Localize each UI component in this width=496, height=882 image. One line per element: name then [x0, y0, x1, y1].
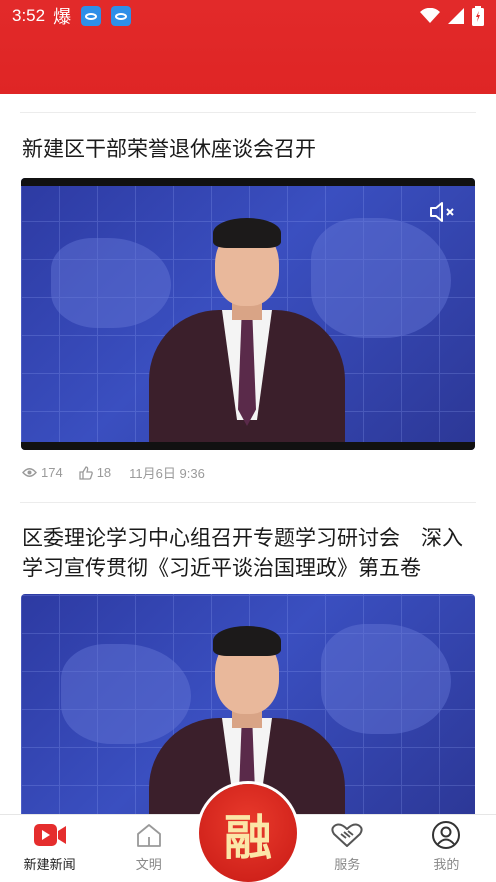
- user-icon: [430, 820, 462, 850]
- tab-service[interactable]: 服务: [298, 815, 397, 882]
- tab-mine[interactable]: 我的: [397, 815, 496, 882]
- rong-media-button[interactable]: 融: [199, 784, 297, 882]
- handshake-icon: [331, 820, 363, 850]
- map-shape: [61, 644, 191, 744]
- divider: [20, 502, 476, 503]
- map-shape: [311, 218, 451, 338]
- video-player[interactable]: [21, 178, 475, 450]
- tab-label: 服务: [334, 858, 361, 873]
- signal-icon: [448, 8, 464, 24]
- publish-date: 11月6日 9:36: [129, 466, 205, 481]
- video-progress-track[interactable]: [21, 442, 475, 450]
- map-shape: [51, 238, 171, 328]
- rong-icon: 融: [223, 810, 272, 866]
- like-count[interactable]: 18: [79, 465, 111, 480]
- video-letterbox-top: [21, 178, 475, 186]
- status-time: 3:52: [12, 6, 46, 25]
- video-icon: [33, 820, 66, 850]
- article-title[interactable]: 新建区干部荣誉退休座谈会召开: [22, 134, 474, 164]
- app-notif-icon: [81, 6, 102, 26]
- status-bar: 3:52 爆: [0, 0, 496, 32]
- thumbs-up-icon: [79, 465, 93, 480]
- app-notif-icon: [111, 6, 132, 26]
- hot-news-notification-icon: 爆: [53, 7, 72, 28]
- eye-icon: [22, 468, 37, 477]
- divider: [20, 112, 476, 113]
- app-header: 3:52 爆: [0, 0, 496, 94]
- view-count: 174: [22, 465, 63, 480]
- article-title[interactable]: 区委理论学习中心组召开专题学习研讨会 深入学习宣传贯彻《习近平谈治国理政》第五卷: [22, 523, 474, 583]
- home-icon: [133, 820, 165, 850]
- battery-icon: [472, 6, 484, 26]
- tab-label: 我的: [433, 858, 460, 873]
- tab-label: 新建新闻: [23, 858, 76, 873]
- map-shape: [321, 624, 451, 734]
- view-count-value: 174: [41, 465, 63, 480]
- tab-news[interactable]: 新建新闻: [0, 815, 99, 882]
- article-meta: 174 18 11月6日 9:36: [22, 463, 205, 482]
- wifi-icon: [420, 8, 440, 23]
- tab-civilization[interactable]: 文明: [99, 815, 198, 882]
- mute-icon[interactable]: [429, 200, 457, 224]
- tab-label: 文明: [135, 858, 162, 873]
- like-count-value: 18: [96, 465, 112, 480]
